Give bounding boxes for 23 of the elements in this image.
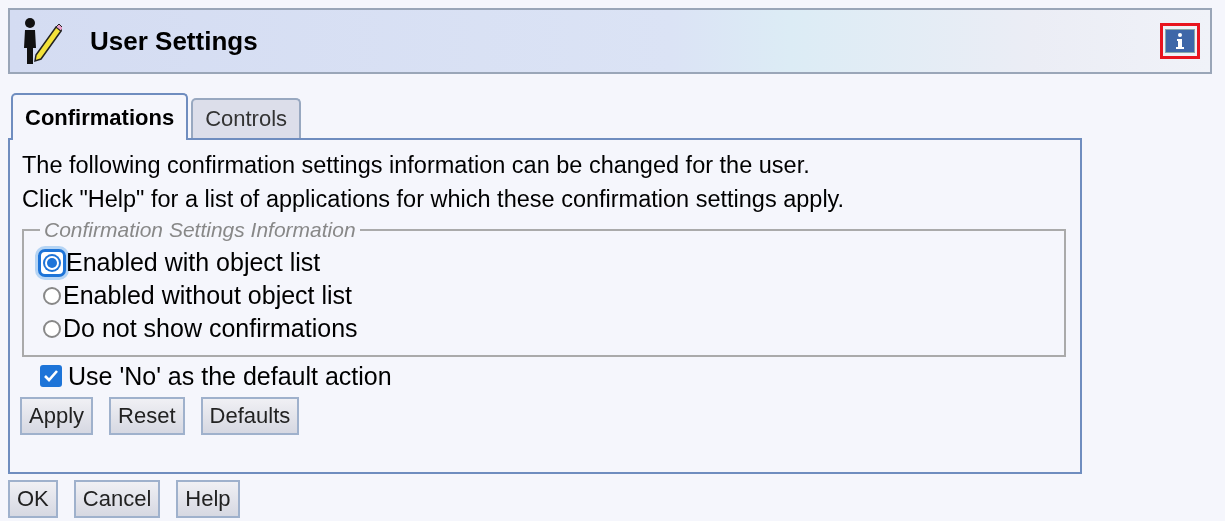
group-legend: Confirmation Settings Information bbox=[40, 218, 360, 242]
tab[interactable]: Confirmations bbox=[11, 93, 189, 140]
tab[interactable]: Controls bbox=[191, 98, 302, 138]
panel-button[interactable]: Apply bbox=[20, 397, 94, 435]
window-title: User Settings bbox=[90, 25, 259, 57]
dialog-button[interactable]: OK bbox=[8, 480, 58, 518]
checkbox[interactable] bbox=[40, 365, 62, 387]
radio-button[interactable] bbox=[43, 286, 61, 305]
description-text: The following confirmation settings information can be changed for the user. bbox=[22, 151, 811, 180]
radio-label[interactable]: Do not show confirmations bbox=[63, 312, 358, 345]
panel-button[interactable]: Defaults bbox=[200, 397, 300, 435]
radio-label[interactable]: Enabled without object list bbox=[63, 279, 353, 312]
dialog-button[interactable]: Cancel bbox=[73, 480, 161, 518]
user-pencil-icon bbox=[22, 17, 62, 65]
dialog-button[interactable]: Help bbox=[176, 480, 240, 518]
radio-button[interactable] bbox=[43, 319, 61, 338]
checkmark-icon bbox=[43, 369, 59, 383]
radio-button[interactable] bbox=[38, 248, 66, 277]
description-text: Click "Help" for a list of applications for which these confirmation settings apply. bbox=[22, 185, 846, 214]
info-button[interactable] bbox=[1160, 23, 1200, 59]
panel-button[interactable]: Reset bbox=[109, 397, 185, 435]
radio-label[interactable]: Enabled with object list bbox=[66, 246, 321, 279]
checkbox-label[interactable]: Use 'No' as the default action bbox=[68, 361, 392, 391]
